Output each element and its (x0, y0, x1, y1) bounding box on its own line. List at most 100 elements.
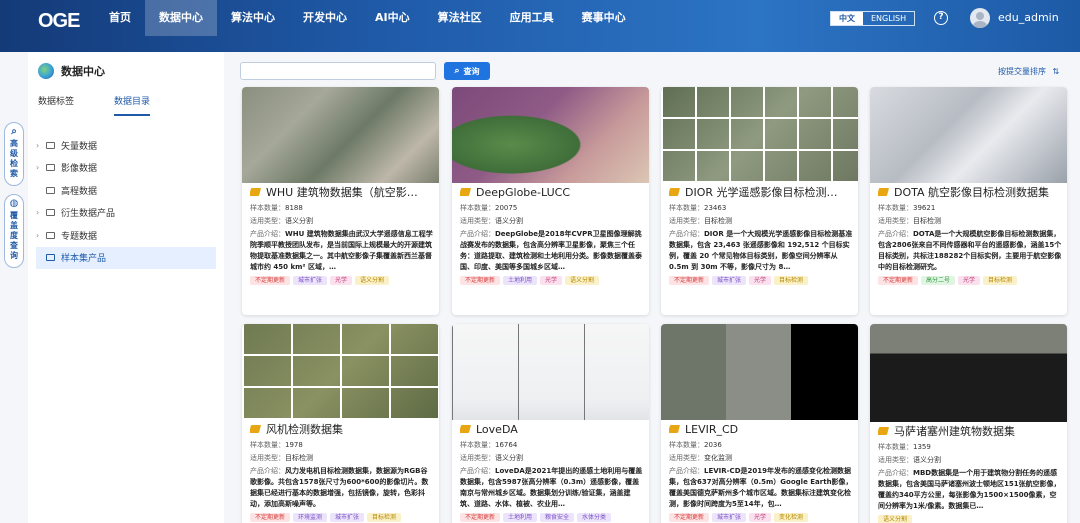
chevron-right-icon[interactable]: › (36, 141, 46, 150)
tag-badge[interactable]: 语义分割 (565, 276, 600, 285)
tag-badge[interactable]: 不定期更新 (460, 513, 501, 522)
tag-badge[interactable]: 不定期更新 (250, 276, 291, 285)
chevron-right-icon[interactable]: › (36, 208, 46, 217)
avatar[interactable] (970, 8, 990, 28)
tag-badge[interactable]: 语义分割 (355, 276, 390, 285)
panel-tabs: 数据标签 数据目录 (38, 94, 190, 116)
dataset-title[interactable]: 马萨诸塞州建筑物数据集 (878, 423, 1060, 439)
applicable-type-row: 适用类型：目标检测 (669, 216, 853, 227)
applicable-type-value: 语义分割 (495, 454, 523, 462)
dataset-card[interactable]: DeepGlobe-LUCC 样本数量：20075 适用类型：语义分割 产品介绍：De… (452, 87, 649, 315)
search-input[interactable] (240, 62, 436, 80)
tag-icon (460, 188, 472, 196)
nav-ai-center[interactable]: AI中心 (361, 0, 424, 36)
tree-item-imagery[interactable]: › 影像数据 (36, 157, 216, 180)
tag-badge[interactable]: 城市扩张 (712, 276, 747, 285)
dataset-title[interactable]: DeepGlobe-LUCC (460, 184, 642, 200)
dataset-title[interactable]: 风机检测数据集 (250, 421, 432, 437)
tag-badge[interactable]: 环境监测 (293, 513, 328, 522)
folder-icon (46, 141, 55, 149)
query-button-label: 查询 (463, 66, 480, 76)
dataset-title[interactable]: LoveDA (460, 421, 642, 437)
tag-badge[interactable]: 光学 (749, 276, 772, 285)
tag-list: 不定期更新 城市扩张 光学 变化检测 (669, 513, 853, 522)
dataset-title[interactable]: DIOR 光学遥感影像目标检测… (669, 184, 851, 200)
query-button[interactable]: ⌕ 查询 (444, 62, 490, 80)
dataset-title[interactable]: LEVIR_CD (669, 421, 851, 437)
nav-home[interactable]: 首页 (95, 0, 145, 36)
applicable-type-label: 适用类型： (669, 454, 704, 462)
tag-badge[interactable]: 不定期更新 (878, 276, 919, 285)
tag-badge[interactable]: 光学 (749, 513, 772, 522)
tree-item-label: 样本集产品 (61, 254, 107, 265)
lang-chinese-option[interactable]: 中文 (831, 12, 863, 25)
tag-badge[interactable]: 目标检测 (367, 513, 402, 522)
tag-badge[interactable]: 光学 (958, 276, 981, 285)
nav-competition-center[interactable]: 赛事中心 (568, 0, 640, 36)
sample-count-value: 23463 (704, 204, 727, 212)
tag-badge[interactable]: 城市扩张 (293, 276, 328, 285)
tag-badge[interactable]: 光学 (330, 276, 353, 285)
nav-development-center[interactable]: 开发中心 (289, 0, 361, 36)
tree-item-derived[interactable]: › 衍生数据产品 (36, 202, 216, 225)
dataset-title[interactable]: DOTA 航空影像目标检测数据集 (878, 184, 1060, 200)
tree-item-vector[interactable]: › 矢量数据 (36, 134, 216, 157)
dataset-card[interactable]: DOTA 航空影像目标检测数据集 样本数量：39621 适用类型：目标检测 产品介绍：… (870, 87, 1067, 315)
tag-badge[interactable]: 语义分割 (878, 515, 913, 523)
sort-by-submissions[interactable]: 按提交量排序 ⇅ (998, 66, 1059, 77)
tag-badge[interactable]: 不定期更新 (669, 513, 710, 522)
tag-badge[interactable]: 目标检测 (774, 276, 809, 285)
tree-item-elevation[interactable]: 高程数据 (36, 179, 216, 202)
dataset-card[interactable]: LoveDA 样本数量：16764 适用类型：语义分割 产品介绍：LoveDA是202… (452, 324, 649, 523)
tag-badge[interactable]: 不定期更新 (669, 276, 710, 285)
tag-badge[interactable]: 不定期更新 (460, 276, 501, 285)
dataset-title[interactable]: WHU 建筑物数据集（航空影… (250, 184, 432, 200)
tag-badge[interactable]: 水体分类 (577, 513, 612, 522)
product-description-label: 产品介绍： (669, 230, 704, 238)
help-icon[interactable]: ? (934, 11, 948, 25)
chevron-right-icon[interactable]: › (36, 163, 46, 172)
tag-badge[interactable]: 高分二号 (921, 276, 956, 285)
sample-count-row: 样本数量：16764 (460, 440, 644, 451)
tag-badge[interactable]: 目标检测 (983, 276, 1018, 285)
lang-english-option[interactable]: ENGLISH (863, 12, 914, 25)
dataset-title-text: LEVIR_CD (685, 422, 739, 436)
dataset-card[interactable]: 风机检测数据集 样本数量：1978 适用类型：目标检测 产品介绍：风力发电机目标检测数… (242, 324, 439, 523)
sample-count-row: 样本数量：20075 (460, 203, 644, 214)
dataset-card[interactable]: DIOR 光学遥感影像目标检测… 样本数量：23463 适用类型：目标检测 产品介绍：… (661, 87, 858, 315)
nav-app-tools[interactable]: 应用工具 (496, 0, 568, 36)
tag-list: 不定期更新 高分二号 光学 目标检测 (878, 276, 1062, 285)
tag-badge[interactable]: 粮食安全 (540, 513, 575, 522)
tag-badge[interactable]: 变化检测 (774, 513, 809, 522)
tag-badge[interactable]: 城市扩张 (330, 513, 365, 522)
username[interactable]: edu_admin (998, 11, 1059, 24)
product-description: 产品介绍：LoveDA是2021年提出的遥感土地利用与覆盖数据集，包含5987张… (460, 466, 644, 510)
sample-count-row: 样本数量：1978 (250, 440, 434, 451)
sample-count-label: 样本数量： (878, 443, 913, 451)
tree-item-thematic[interactable]: › 专题数据 (36, 224, 216, 247)
tag-badge[interactable]: 不定期更新 (250, 513, 291, 522)
tree-item-sample-sets[interactable]: 样本集产品 (36, 246, 216, 269)
tag-badge[interactable]: 城市扩张 (712, 513, 747, 522)
product-description: 产品介绍：MBD数据集是一个用于建筑物分割任务的遥感数据集，包含美国马萨诸塞州波… (878, 468, 1062, 512)
nav-algorithm-center[interactable]: 算法中心 (217, 0, 289, 36)
dataset-card[interactable]: 马萨诸塞州建筑物数据集 样本数量：1359 适用类型：语义分割 产品介绍：MBD数据集… (870, 324, 1067, 523)
oge-logo[interactable]: OGE (38, 10, 80, 33)
dataset-card[interactable]: LEVIR_CD 样本数量：2036 适用类型：变化监测 产品介绍：LEVIR-CD是… (661, 324, 858, 523)
dataset-card[interactable]: WHU 建筑物数据集（航空影… 样本数量：8188 适用类型：语义分割 产品介绍：WH… (242, 87, 439, 315)
top-navigation-bar: OGE 首页 数据中心 算法中心 开发中心 AI中心 算法社区 应用工具 赛事中… (0, 0, 1080, 52)
tab-data-tags[interactable]: 数据标签 (38, 94, 74, 116)
nav-data-center[interactable]: 数据中心 (145, 0, 217, 36)
advanced-search-button[interactable]: ⌕ 高级检索 (4, 122, 24, 186)
tag-list: 不定期更新 城市扩张 光学 语义分割 (250, 276, 434, 285)
tag-badge[interactable]: 土地利用 (503, 276, 538, 285)
tree-item-label: 高程数据 (61, 186, 98, 197)
sample-count-value: 20075 (495, 204, 518, 212)
tag-badge[interactable]: 土地利用 (503, 513, 538, 522)
tab-data-catalog[interactable]: 数据目录 (114, 94, 151, 116)
tag-badge[interactable]: 光学 (540, 276, 563, 285)
advanced-search-label: 高级检索 (10, 139, 18, 178)
coverage-query-button[interactable]: ◍ 覆盖度查询 (4, 194, 24, 268)
nav-algorithm-community[interactable]: 算法社区 (424, 0, 496, 36)
chevron-right-icon[interactable]: › (36, 231, 46, 240)
